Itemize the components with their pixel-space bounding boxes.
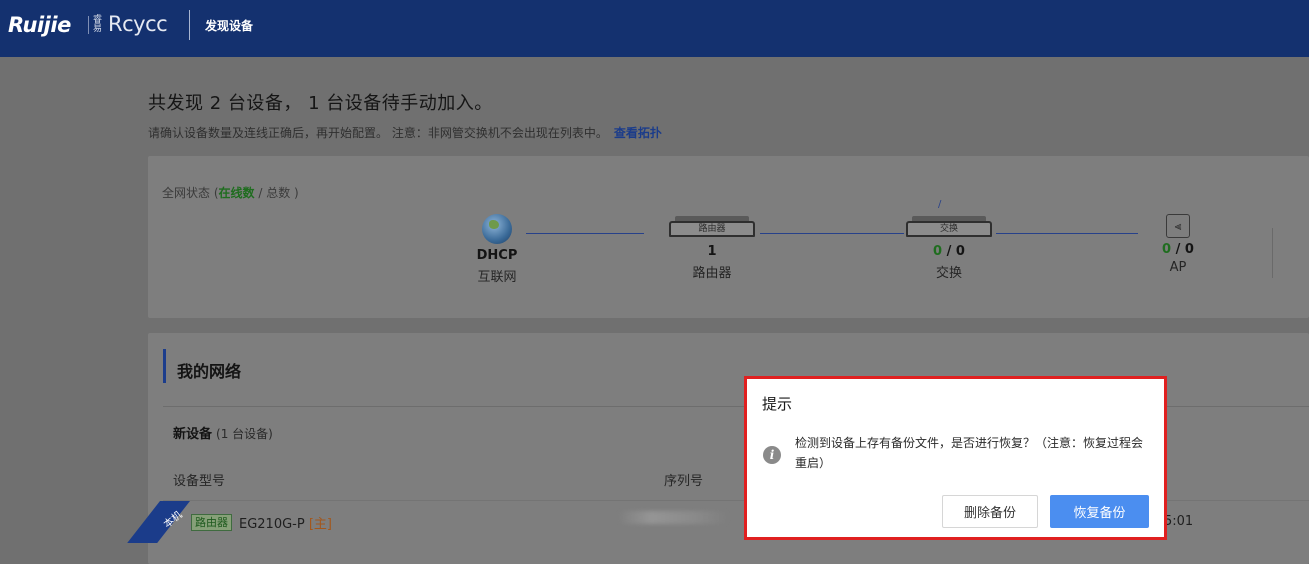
view-topology-link[interactable]: 查看拓扑: [614, 126, 662, 140]
dialog-message: 检测到设备上存有备份文件，是否进行恢复？（注意：恢复过程会重启）: [795, 436, 1144, 470]
ruijie-logo: Ruijie: [8, 13, 71, 37]
device-time: 5:01: [1164, 514, 1194, 529]
info-icon: i: [763, 446, 781, 464]
logo-mark: 睿易: [93, 15, 103, 34]
new-devices-label: 新设备: [173, 427, 213, 442]
panel-divider: [1272, 228, 1273, 278]
switch-online: 0: [933, 244, 943, 259]
new-devices-heading: 新设备 (1 台设备): [173, 423, 273, 442]
section-accent-bar: [163, 349, 166, 383]
network-status-panel: 全网状态 (在线数 / 总数 ) / DHCP 互联网 路由器 1 路由器 交换…: [148, 156, 1309, 318]
page-name: 发现设备: [205, 19, 254, 33]
device-type-tag: 路由器: [191, 514, 232, 531]
ap-count: 0 / 0: [1128, 242, 1228, 257]
link-line: [760, 233, 904, 234]
globe-icon: [482, 214, 512, 244]
router-count: 1: [707, 244, 717, 259]
switch-total: / 0: [946, 244, 965, 259]
my-network-title: 我的网络: [177, 362, 242, 381]
serial-number-redacted: [618, 511, 728, 524]
link-line: [996, 233, 1138, 234]
ap-node[interactable]: ⫷ 0 / 0 AP: [1128, 214, 1228, 275]
reyee-logo: Rcycc: [108, 12, 168, 36]
dialog-title: 提示: [762, 395, 793, 413]
router-icon: 路由器: [669, 216, 755, 237]
internet-label: 互联网: [477, 270, 517, 285]
link-marker: /: [938, 199, 942, 210]
delete-backup-button[interactable]: 删除备份: [942, 495, 1038, 528]
device-model: EG210G-P [主]: [239, 513, 332, 532]
global-status-suffix: / 总数 ): [258, 186, 299, 200]
router-node[interactable]: 路由器 1 路由器: [662, 214, 762, 281]
logo-divider: [88, 16, 89, 34]
restore-backup-button[interactable]: 恢复备份: [1050, 495, 1149, 528]
ap-label: AP: [1169, 260, 1187, 275]
device-model-name: EG210G-P: [239, 517, 305, 532]
switch-label: 交换: [935, 266, 962, 281]
internet-mode: DHCP: [476, 248, 518, 263]
local-device-ribbon: [127, 501, 190, 543]
column-header-serial: 序列号: [664, 474, 704, 489]
global-status-label: 全网状态 (在线数 / 总数 ): [162, 184, 299, 201]
column-header-model: 设备型号: [173, 474, 226, 489]
restore-backup-dialog: 提示 i 检测到设备上存有备份文件，是否进行恢复？（注意：恢复过程会重启） 删除…: [744, 376, 1167, 540]
top-header: Ruijie 睿易 Rcycc 发现设备: [0, 0, 1309, 57]
device-role: [主]: [308, 517, 333, 532]
online-count-label: 在线数: [218, 186, 255, 200]
switch-node[interactable]: 交换 0 / 0 交换: [899, 214, 999, 281]
header-divider: [189, 10, 190, 40]
switch-icon: 交换: [906, 216, 992, 237]
switch-count: 0 / 0: [899, 244, 999, 259]
discovery-note-text: 请确认设备数量及连线正确后，再开始配置。 注意：非网管交换机不会出现在列表中。: [148, 126, 608, 140]
router-label: 路由器: [692, 266, 732, 281]
ap-total: / 0: [1175, 242, 1194, 257]
discovery-note: 请确认设备数量及连线正确后，再开始配置。 注意：非网管交换机不会出现在列表中。查…: [148, 124, 662, 141]
internet-node[interactable]: DHCP 互联网: [447, 214, 547, 285]
global-status-prefix: 全网状态 (: [162, 186, 219, 200]
wifi-icon: ⫷: [1166, 214, 1190, 238]
ap-online: 0: [1162, 242, 1172, 257]
new-devices-count: (1 台设备): [216, 427, 273, 441]
discovery-summary-title: 共发现 2 台设备， 1 台设备待手动加入。: [148, 93, 493, 114]
